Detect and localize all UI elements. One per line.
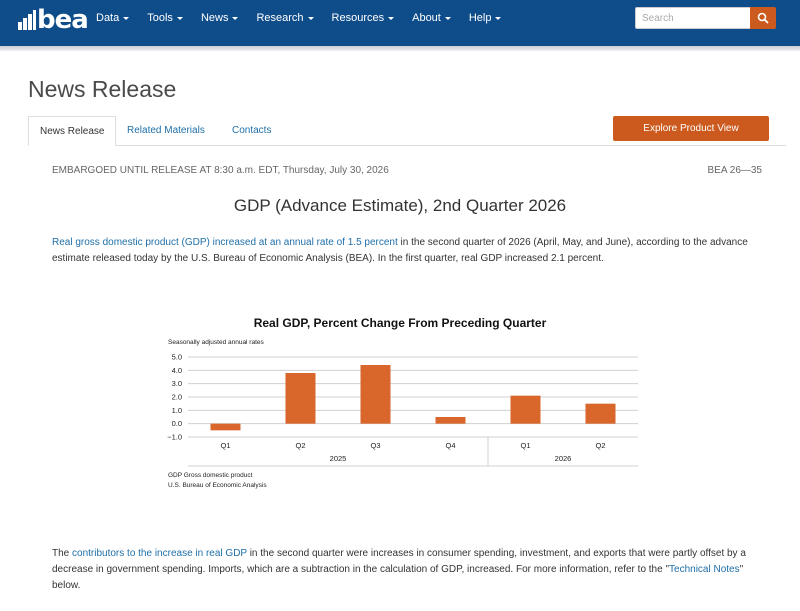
tab-contacts[interactable]: Contacts [221,116,282,146]
bar-3 [435,417,466,424]
main-nav: Data Tools News Research Resources About… [96,0,519,36]
chart-footnote-source: U.S. Bureau of Economic Analysis [168,482,267,489]
x-tick-label: Q2 [295,441,305,450]
caret-down-icon [232,16,239,20]
logo-text: bea [37,5,89,35]
y-tick-label: 2.0 [172,393,182,402]
technical-notes-link[interactable]: Technical Notes [669,564,740,575]
explore-product-view-button[interactable]: Explore Product View [613,116,769,141]
release-headline: GDP (Advance Estimate), 2nd Quarter 2026 [233,196,567,215]
gdp-abbrev-link[interactable]: (GDP) [182,237,210,248]
bea-logo[interactable]: bea [18,5,89,35]
caret-down-icon [176,16,183,20]
logo-mark-icon [18,10,36,30]
nav-help[interactable]: Help [469,12,502,24]
y-tick-label: −1.0 [167,433,182,442]
x-tick-label: Q1 [520,441,530,450]
gdp-chart: Real GDP, Percent Change From Preceding … [160,310,650,495]
nav-resources[interactable]: Resources [332,12,395,24]
contributors-paragraph: The contributors to the increase in real… [52,548,746,591]
search-box [635,7,776,29]
nav-data[interactable]: Data [96,12,130,24]
bar-1 [285,373,316,424]
release-number: BEA 26—35 [707,165,762,176]
chart-footnote-gdp: GDP Gross domestic product [168,472,253,479]
y-tick-label: 0.0 [172,419,182,428]
y-tick-label: 1.0 [172,406,182,415]
nav-tools[interactable]: Tools [147,12,183,24]
tab-related-materials[interactable]: Related Materials [116,116,216,146]
gdp-bar-chart: Real GDP, Percent Change From Preceding … [167,316,638,489]
x-tick-label: Q2 [595,441,605,450]
caret-down-icon [444,16,451,20]
contributors-link[interactable]: contributors to the increase in real GDP [72,548,247,559]
summary-paragraph: Real gross domestic product (GDP) increa… [52,235,752,267]
caret-down-icon [495,16,502,20]
search-icon [757,12,769,24]
y-tick-label: 4.0 [172,366,182,375]
year-group-label: 2026 [555,454,572,463]
annual-rate-link[interactable]: increased at an annual rate of 1.5 perce… [213,237,398,248]
bar-2 [360,365,391,424]
header-divider [0,46,800,51]
nav-about[interactable]: About [412,12,451,24]
y-tick-label: 5.0 [172,353,182,362]
bar-5 [585,403,616,424]
caret-down-icon [123,16,130,20]
embargo-notice: EMBARGOED UNTIL RELEASE AT 8:30 a.m. EDT… [52,165,389,176]
caret-down-icon [388,16,395,20]
nav-research[interactable]: Research [256,12,314,24]
search-button[interactable] [750,7,776,29]
x-tick-label: Q3 [370,441,380,450]
year-group-label: 2025 [330,454,347,463]
real-gdp-link[interactable]: Real gross domestic product [52,237,179,248]
bar-0 [210,423,241,431]
nav-news[interactable]: News [201,12,239,24]
x-tick-label: Q4 [445,441,455,450]
bar-4 [510,395,541,424]
page-title: News Release [28,76,177,102]
chart-title: Real GDP, Percent Change From Preceding … [254,316,547,330]
y-tick-label: 3.0 [172,379,182,388]
x-tick-label: Q1 [220,441,230,450]
chart-subtitle: Seasonally adjusted annual rates [168,339,265,346]
search-input[interactable] [635,7,750,29]
top-navigation-bar: bea Data Tools News Research Resources A… [0,0,800,46]
tab-news-release[interactable]: News Release [28,116,117,146]
caret-down-icon [307,16,314,20]
